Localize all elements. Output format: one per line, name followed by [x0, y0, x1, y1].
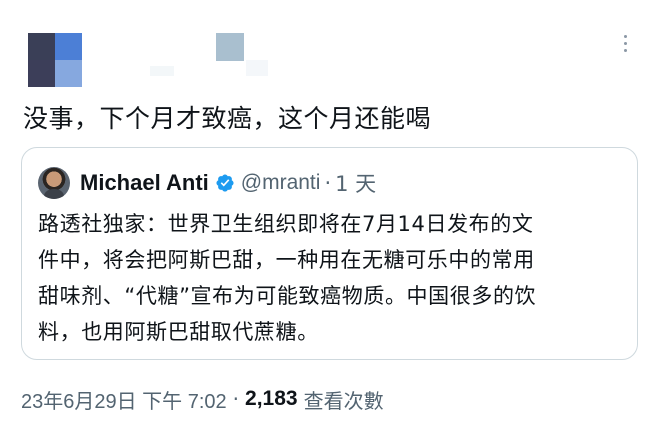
verified-badge-icon — [216, 174, 234, 192]
quoted-tweet-line: 路透社独家：世界卫生组织即将在7月14日发布的文 — [38, 212, 534, 236]
views-count: 2,183 — [245, 387, 298, 410]
tweet-text: 没事，下个月才致癌，这个月还能喝 — [23, 104, 432, 133]
views-label: 查看次數 — [303, 388, 384, 413]
quoted-tweet-card[interactable]: Michael Anti @mranti · 1 天 路透社独家：世界卫生组织即… — [21, 147, 638, 360]
author-avatar[interactable] — [28, 6, 82, 88]
quoted-author-name[interactable]: Michael Anti — [80, 170, 209, 196]
more-vertical-icon — [623, 48, 627, 52]
more-options-button[interactable] — [614, 30, 636, 56]
avatar-mosaic-tile — [55, 33, 82, 60]
author-handle-redacted — [150, 66, 174, 76]
quoted-tweet-line: 料，也用阿斯巴甜取代蔗糖。 — [38, 320, 319, 344]
more-vertical-icon — [623, 34, 627, 38]
avatar-mosaic-tile — [28, 6, 55, 33]
quoted-tweet-line: 件中，将会把阿斯巴甜，一种用在无糖可乐中的常用 — [38, 248, 535, 272]
author-handle-redacted — [246, 60, 268, 76]
more-vertical-icon — [623, 41, 627, 45]
tweet-timestamp[interactable]: 23年6月29日 下午 7:02 — [21, 385, 227, 414]
avatar-mosaic-tile — [28, 33, 55, 60]
quoted-author-avatar[interactable] — [38, 167, 70, 199]
separator-dot: · — [324, 171, 332, 195]
avatar-mosaic-tile — [55, 60, 82, 87]
quoted-author-handle[interactable]: @mranti — [241, 171, 321, 195]
quoted-tweet-text: 路透社独家：世界卫生组织即将在7月14日发布的文 件中，将会把阿斯巴甜，一种用在… — [38, 206, 628, 350]
author-name-redacted[interactable] — [216, 33, 244, 61]
quoted-tweet-time[interactable]: 1 天 — [335, 168, 376, 198]
quoted-tweet-header: Michael Anti @mranti · 1 天 — [38, 166, 376, 200]
separator-dot: · — [232, 387, 240, 411]
tweet-metadata: 23年6月29日 下午 7:02 · 2,183 查看次數 — [21, 383, 384, 415]
avatar-mosaic-tile — [28, 60, 55, 87]
avatar-mosaic-tile — [55, 6, 82, 33]
quoted-tweet-line: 甜味剂、“代糖”宣布为可能致癌物质。中国很多的饮 — [38, 284, 537, 308]
